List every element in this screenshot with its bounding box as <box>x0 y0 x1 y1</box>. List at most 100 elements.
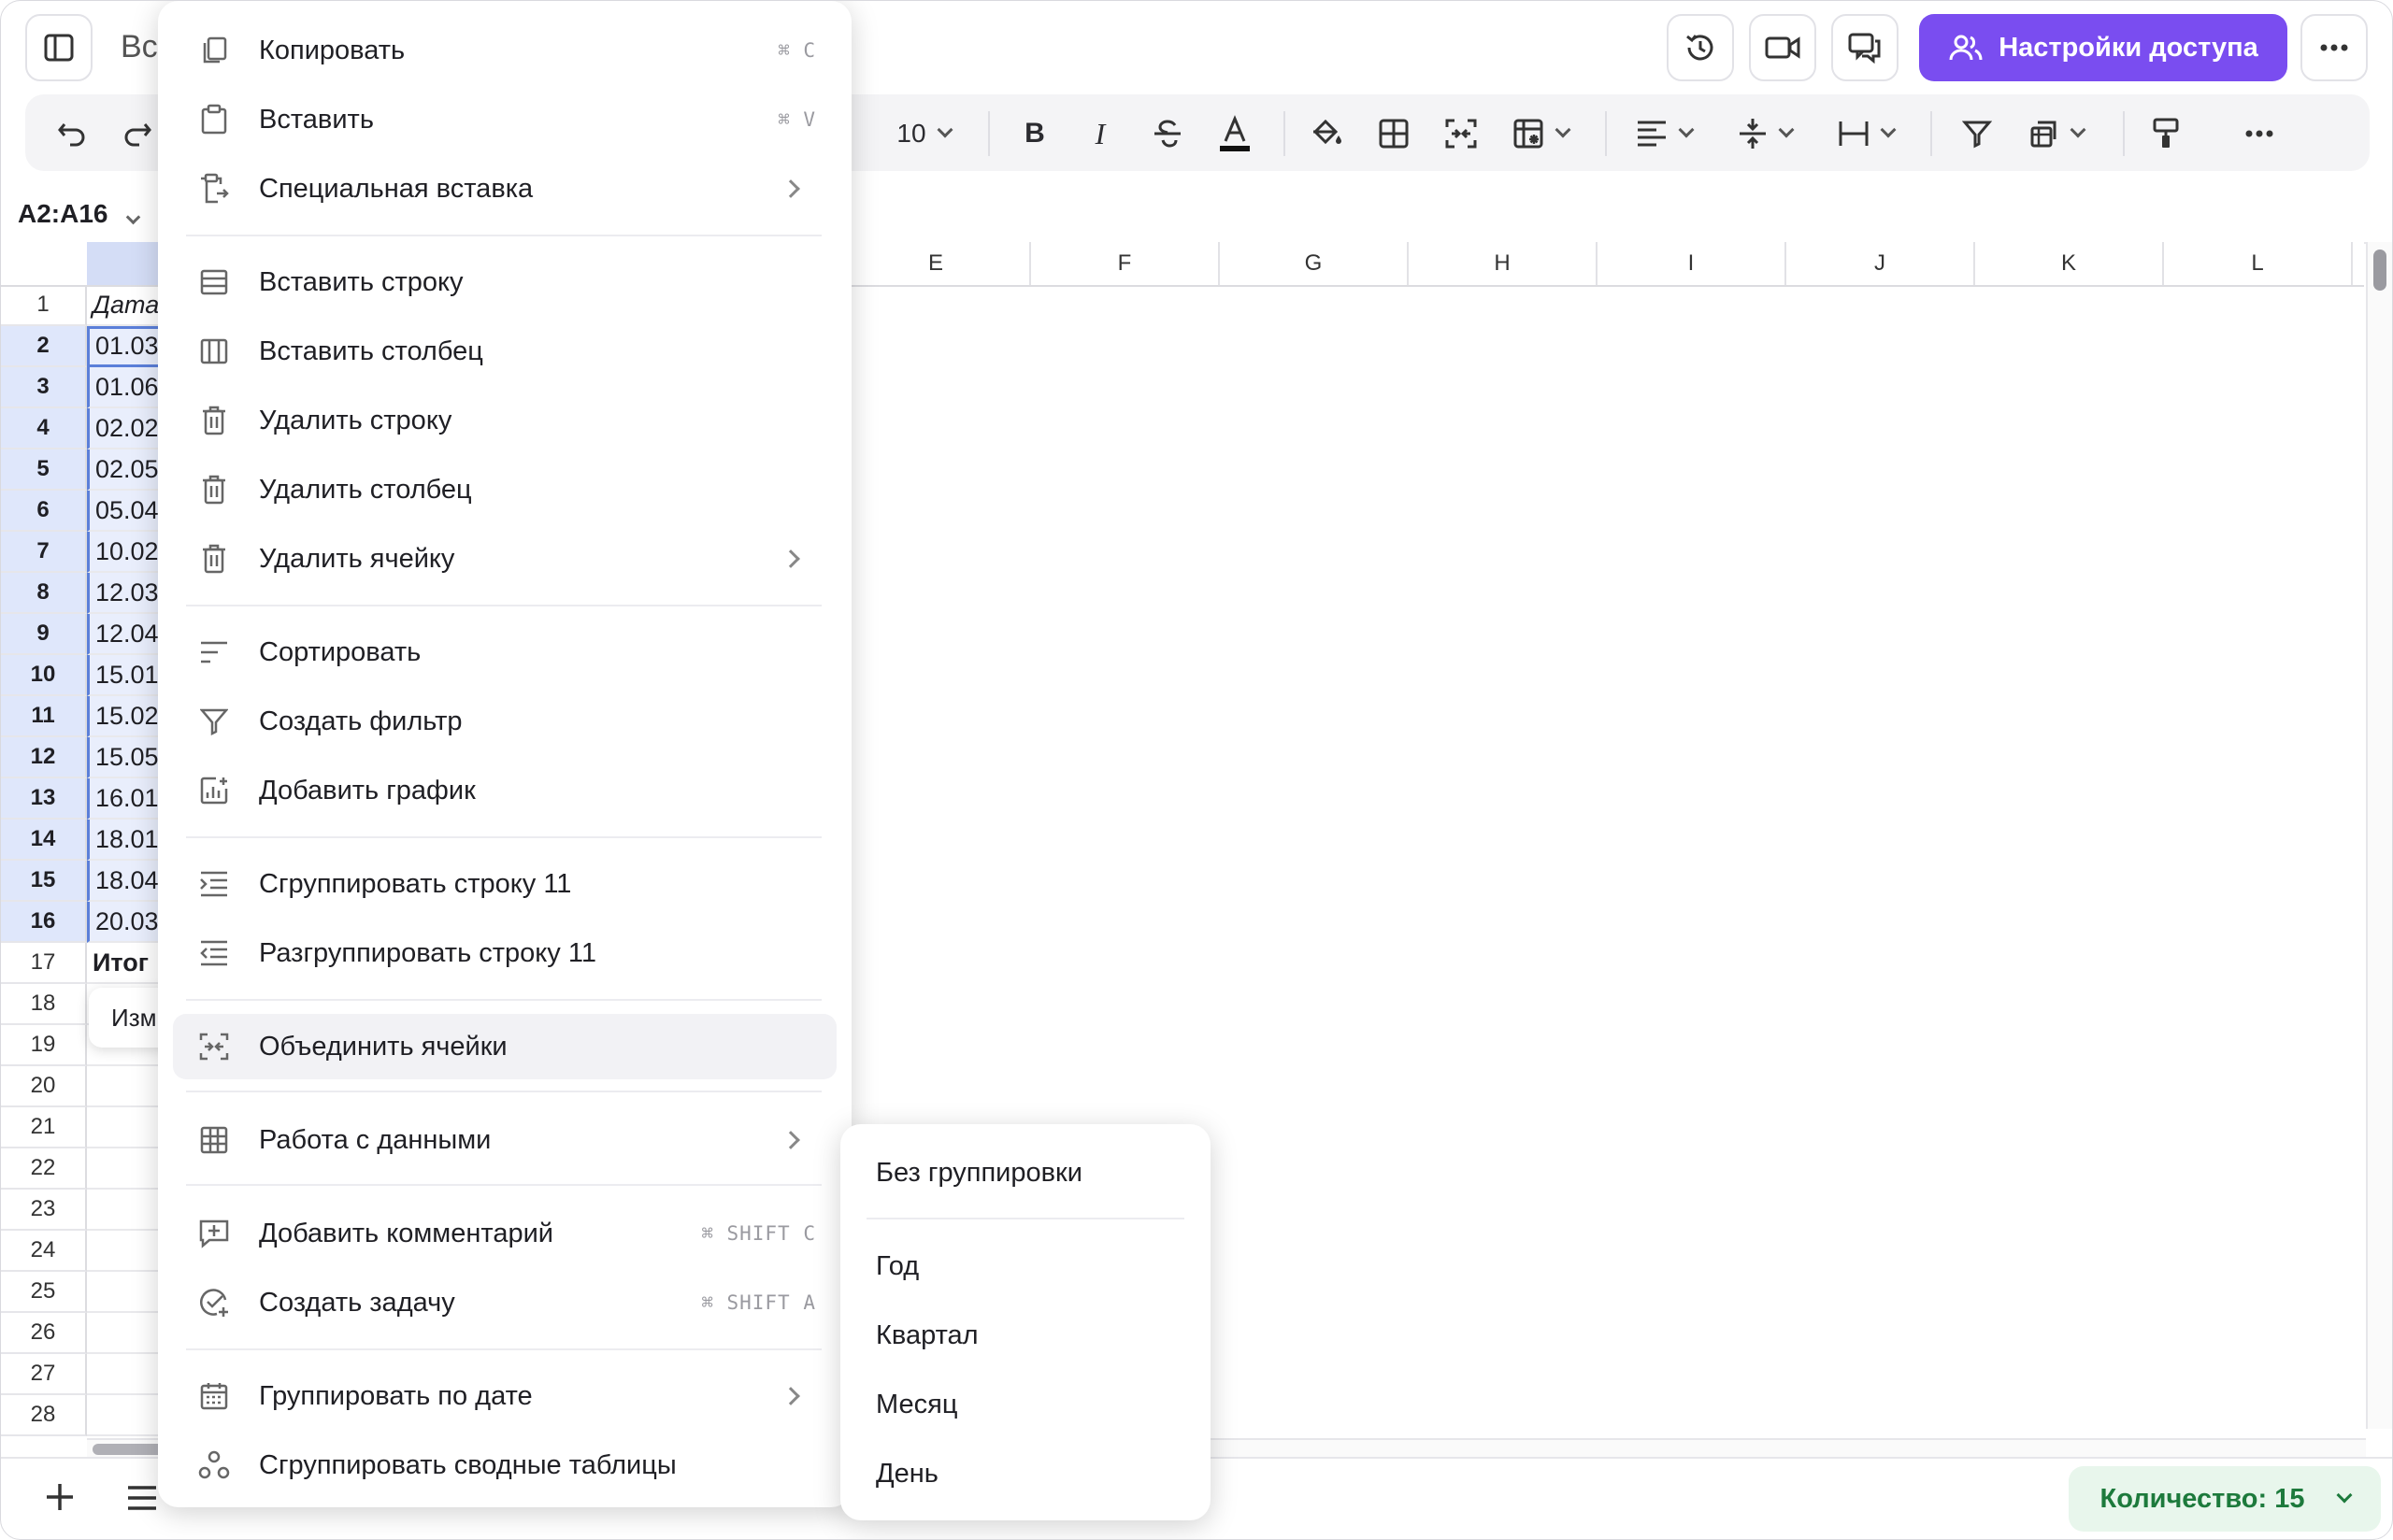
column-header-e[interactable]: E <box>842 242 1031 285</box>
toolbar-more-icon[interactable] <box>2241 115 2278 152</box>
table-format-select[interactable] <box>1508 115 1573 152</box>
cell-a[interactable]: 15.01 <box>87 655 162 696</box>
cell-a[interactable]: 12.03 <box>87 573 162 614</box>
menu-item-create-task[interactable]: Создать задачу ⌘ SHIFT A <box>158 1270 852 1335</box>
menu-item-create-filter[interactable]: Создать фильтр <box>158 689 852 754</box>
row-header[interactable]: 27 <box>1 1354 87 1395</box>
submenu-item-day[interactable]: День <box>876 1459 939 1490</box>
cell-a[interactable]: 18.01 <box>87 820 162 861</box>
document-title[interactable]: Вс <box>121 29 158 65</box>
menu-item-add-comment[interactable]: Добавить комментарий ⌘ SHIFT C <box>158 1201 852 1266</box>
font-size-select[interactable]: 10 <box>889 115 958 152</box>
row-header[interactable]: 6 <box>1 491 87 532</box>
row-header[interactable]: 16 <box>1 902 87 943</box>
menu-item-group-by-date[interactable]: Группировать по дате <box>158 1363 852 1429</box>
italic-icon[interactable]: I <box>1082 115 1119 152</box>
row-header[interactable]: 26 <box>1 1313 87 1354</box>
merge-cells-icon[interactable] <box>1442 115 1480 152</box>
column-header-a[interactable] <box>87 242 162 285</box>
menu-item-paste-special[interactable]: Специальная вставка <box>158 156 852 221</box>
row-header[interactable]: 7 <box>1 532 87 573</box>
row-header[interactable]: 25 <box>1 1272 87 1313</box>
undo-icon[interactable] <box>53 115 91 152</box>
submenu-item-year[interactable]: Год <box>876 1251 919 1282</box>
column-width-select[interactable] <box>1833 115 1899 152</box>
cell-a[interactable]: 15.05 <box>87 737 162 778</box>
cell-a[interactable]: Дата <box>87 285 162 326</box>
add-sheet-icon[interactable] <box>44 1481 76 1513</box>
row-header[interactable]: 14 <box>1 820 87 861</box>
row-header[interactable]: 21 <box>1 1107 87 1148</box>
row-header[interactable]: 22 <box>1 1148 87 1190</box>
format-painter-icon[interactable] <box>2147 115 2185 152</box>
submenu-item-month[interactable]: Месяц <box>876 1390 957 1420</box>
name-box[interactable]: A2:A16 <box>18 199 141 229</box>
row-header[interactable]: 8 <box>1 573 87 614</box>
menu-item-group-row[interactable]: Сгруппировать строку 11 <box>158 851 852 917</box>
column-header-k[interactable]: K <box>1975 242 2164 285</box>
cell-a[interactable]: 15.02 <box>87 696 162 737</box>
row-header[interactable]: 9 <box>1 614 87 655</box>
vertical-scrollbar[interactable] <box>2366 242 2392 1429</box>
cell-a[interactable] <box>87 1148 162 1190</box>
menu-item-data-tools[interactable]: Работа с данными <box>158 1107 852 1173</box>
menu-item-delete-cell[interactable]: Удалить ячейку <box>158 526 852 592</box>
menu-item-insert-row[interactable]: Вставить строку <box>158 250 852 315</box>
count-summary-button[interactable]: Количество: 15 <box>2069 1466 2381 1532</box>
cell-a[interactable]: 02.02 <box>87 408 162 449</box>
vertical-align-select[interactable] <box>1732 115 1798 152</box>
row-header[interactable]: 5 <box>1 449 87 491</box>
cell-a[interactable]: 18.04 <box>87 861 162 902</box>
row-header[interactable]: 18 <box>1 984 87 1025</box>
row-header[interactable]: 28 <box>1 1395 87 1436</box>
submenu-item-quarter[interactable]: Квартал <box>876 1320 979 1351</box>
column-header-l[interactable]: L <box>2164 242 2353 285</box>
menu-item-insert-column[interactable]: Вставить столбец <box>158 319 852 384</box>
sidebar-toggle-button[interactable] <box>25 14 93 81</box>
cell-a[interactable] <box>87 1313 162 1354</box>
sheet-list-icon[interactable] <box>126 1485 158 1511</box>
horizontal-scroll-thumb[interactable] <box>93 1444 167 1455</box>
history-button[interactable] <box>1667 14 1734 81</box>
redo-icon[interactable] <box>119 115 156 152</box>
row-header[interactable]: 15 <box>1 861 87 902</box>
row-header[interactable]: 23 <box>1 1190 87 1231</box>
row-header[interactable]: 17 <box>1 943 87 984</box>
more-options-button[interactable] <box>2300 14 2368 81</box>
column-header-j[interactable]: J <box>1786 242 1975 285</box>
row-header[interactable]: 24 <box>1 1231 87 1272</box>
row-header[interactable]: 12 <box>1 737 87 778</box>
row-header[interactable]: 11 <box>1 696 87 737</box>
menu-item-merge-cells[interactable]: Объединить ячейки <box>173 1014 837 1079</box>
video-call-button[interactable] <box>1749 14 1816 81</box>
menu-item-delete-column[interactable]: Удалить столбец <box>158 457 852 522</box>
cell-a[interactable] <box>87 1272 162 1313</box>
menu-item-group-pivot[interactable]: Сгруппировать сводные таблицы <box>158 1433 852 1498</box>
cell-a[interactable] <box>87 1395 162 1436</box>
row-header[interactable]: 2 <box>1 326 87 367</box>
column-header-f[interactable]: F <box>1031 242 1220 285</box>
strikethrough-icon[interactable] <box>1149 115 1186 152</box>
cell-a[interactable] <box>87 1190 162 1231</box>
cell-a[interactable]: Итог <box>87 943 162 984</box>
cell-a[interactable]: 20.03 <box>87 902 162 943</box>
column-header-h[interactable]: H <box>1409 242 1598 285</box>
row-header[interactable]: 10 <box>1 655 87 696</box>
cell-a[interactable]: 12.04 <box>87 614 162 655</box>
submenu-item-no-grouping[interactable]: Без группировки <box>876 1158 1082 1189</box>
cell-a[interactable]: 02.05 <box>87 449 162 491</box>
row-header[interactable]: 13 <box>1 778 87 820</box>
column-header-i[interactable]: I <box>1598 242 1786 285</box>
cell-a[interactable] <box>87 1107 162 1148</box>
column-header-g[interactable]: G <box>1220 242 1409 285</box>
cell-a[interactable] <box>87 1231 162 1272</box>
cell-a[interactable] <box>87 1066 162 1107</box>
pivot-table-select[interactable] <box>2024 115 2089 152</box>
filter-icon[interactable] <box>1958 115 1996 152</box>
row-header[interactable]: 20 <box>1 1066 87 1107</box>
fill-color-icon[interactable] <box>1308 115 1345 152</box>
horizontal-align-select[interactable] <box>1631 115 1697 152</box>
comments-button[interactable] <box>1831 14 1899 81</box>
menu-item-ungroup-row[interactable]: Разгруппировать строку 11 <box>158 920 852 986</box>
cell-a[interactable]: 01.06 <box>87 367 162 408</box>
